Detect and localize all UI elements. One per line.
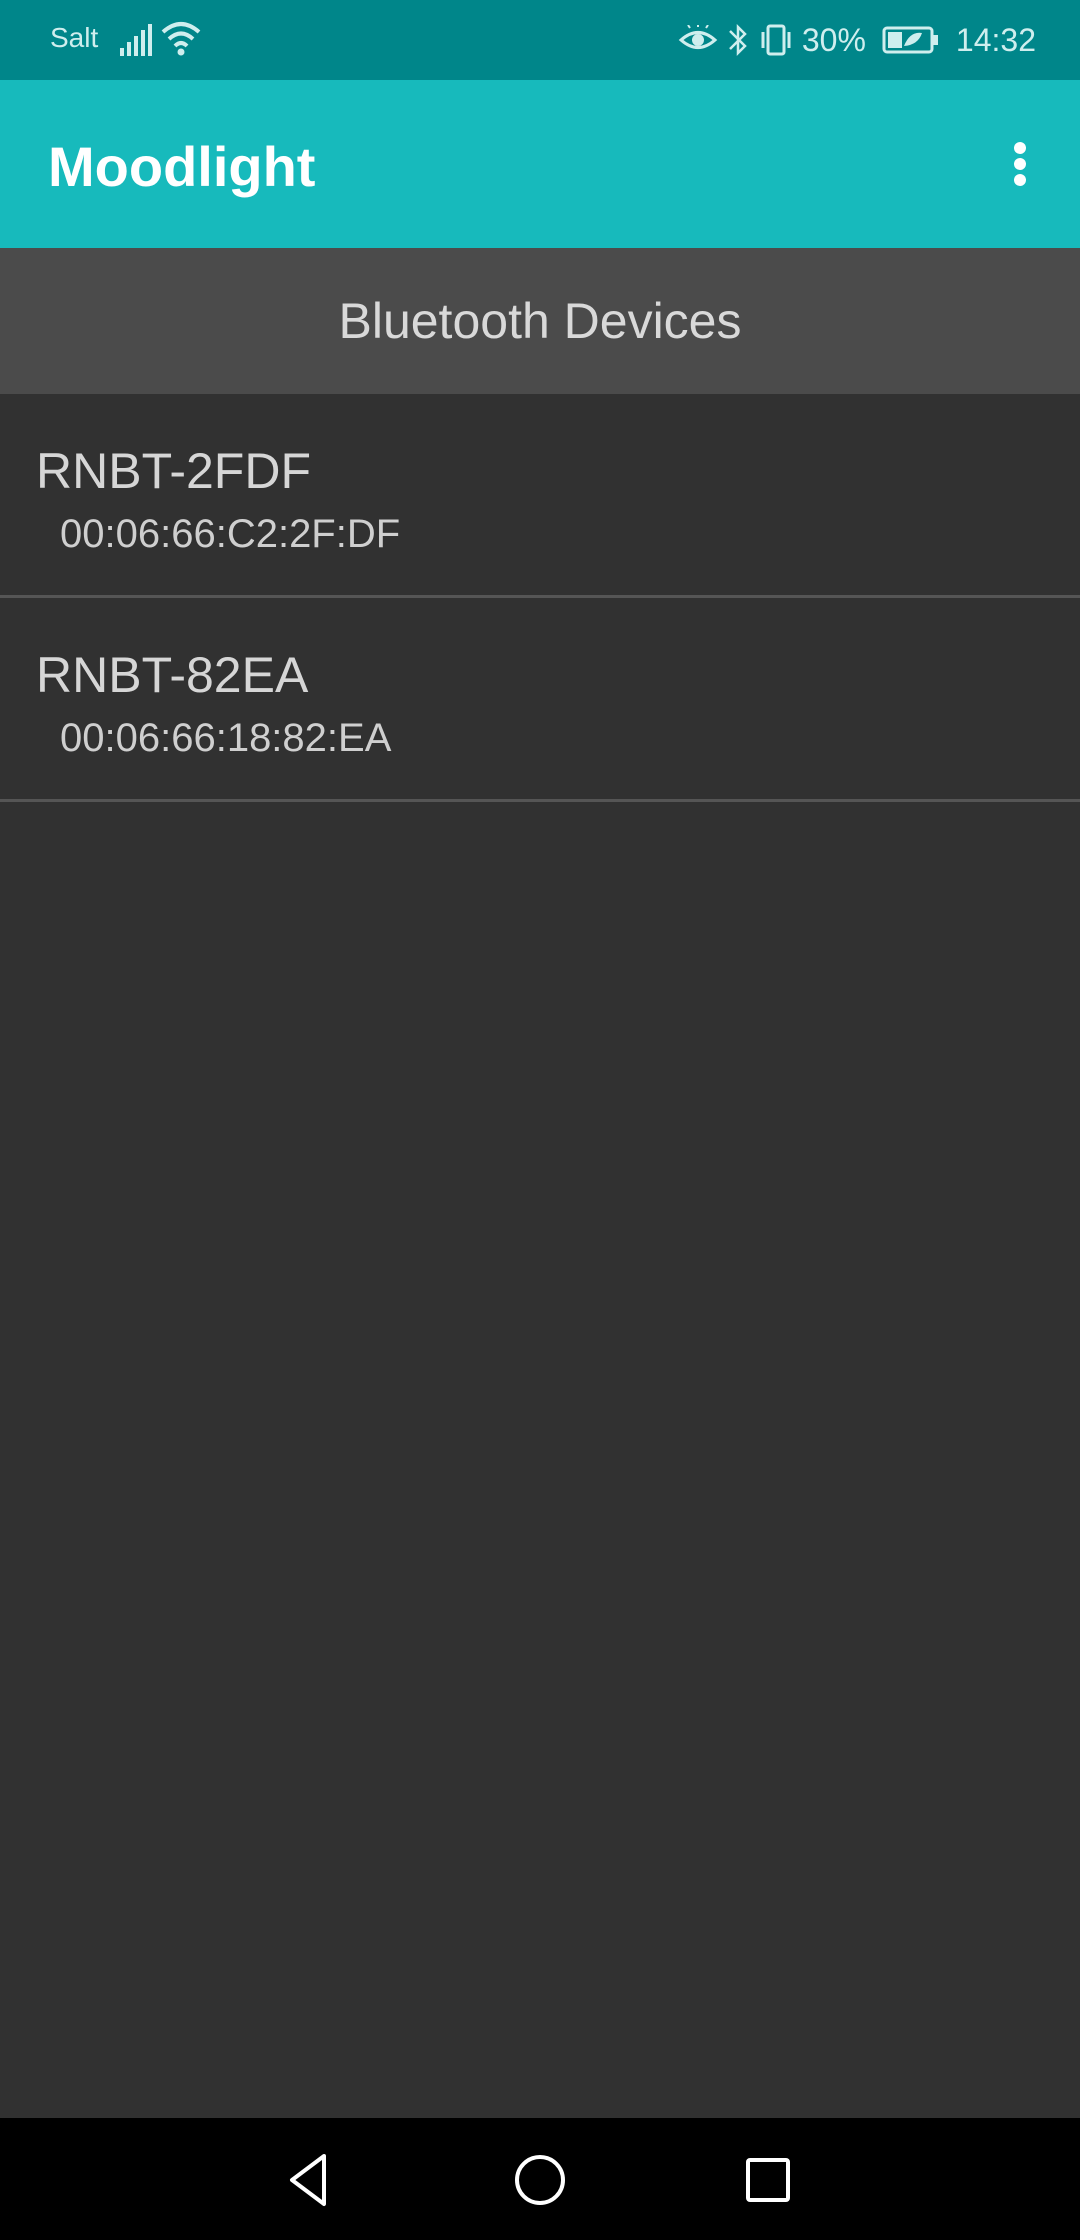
back-icon[interactable] <box>278 2148 342 2212</box>
section-title: Bluetooth Devices <box>338 293 742 349</box>
status-bar: Salt 30% 14:32 <box>0 0 1080 80</box>
app-title: Moodlight <box>48 135 316 198</box>
battery-icon <box>882 26 938 54</box>
screen: Salt 30% 14:32 Moodlight Bluetooth Devic… <box>0 0 1080 2240</box>
status-right-group: 30% 14:32 <box>678 20 1036 60</box>
menu-dot <box>1014 158 1026 170</box>
app-bar: Moodlight <box>0 80 1080 248</box>
menu-dot <box>1014 142 1026 154</box>
carrier-label: Salt <box>50 22 99 53</box>
more-vert-icon[interactable] <box>990 130 1050 198</box>
clock: 14:32 <box>955 21 1036 58</box>
device-list: RNBT-2FDF 00:06:66:C2:2F:DF RNBT-82EA 00… <box>0 394 1080 802</box>
navigation-bar <box>0 2118 1080 2240</box>
device-name: RNBT-2FDF <box>36 443 311 499</box>
vibrate-icon <box>761 24 791 56</box>
section-header: Bluetooth Devices <box>0 248 1080 394</box>
device-address: 00:06:66:C2:2F:DF <box>60 512 401 556</box>
signal-icon <box>120 24 152 56</box>
device-list-item[interactable]: RNBT-82EA 00:06:66:18:82:EA <box>0 598 1080 802</box>
device-list-item[interactable]: RNBT-2FDF 00:06:66:C2:2F:DF <box>0 394 1080 598</box>
device-name: RNBT-82EA <box>36 647 309 703</box>
wifi-icon <box>161 22 201 56</box>
recents-icon[interactable] <box>736 2148 800 2212</box>
menu-dot <box>1014 174 1026 186</box>
bluetooth-icon <box>728 23 747 57</box>
device-address: 00:06:66:18:82:EA <box>60 716 392 760</box>
eye-comfort-icon <box>678 25 718 49</box>
battery-percent: 30% <box>801 21 866 58</box>
home-icon[interactable] <box>508 2148 572 2212</box>
